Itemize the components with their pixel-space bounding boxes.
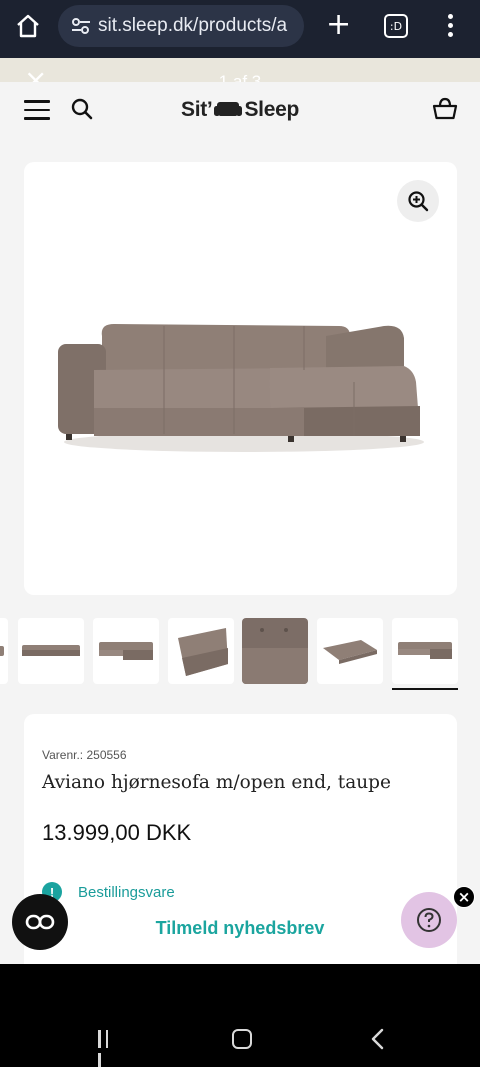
thumbnail-selected[interactable] [392, 618, 458, 684]
system-navigation-bar [0, 968, 480, 1067]
product-price: 13.999,00 DKK [42, 820, 192, 845]
url-text: sit.sleep.dk/products/a [98, 15, 288, 36]
availability-label: Bestillingsvare [78, 883, 175, 901]
basket-icon[interactable] [432, 97, 458, 121]
product-sku: Varenr.: 250556 [42, 748, 127, 762]
announcement-bar: × 1 af 3 [0, 58, 480, 82]
more-menu-icon[interactable] [446, 12, 454, 40]
address-bar[interactable]: sit.sleep.dk/products/a [58, 5, 304, 47]
link-icon [25, 914, 55, 930]
recent-apps-icon[interactable] [98, 1030, 118, 1067]
browser-toolbar: sit.sleep.dk/products/a + :D [0, 0, 480, 58]
home-icon[interactable] [14, 12, 42, 40]
site-settings-icon[interactable] [70, 18, 92, 34]
question-icon [417, 908, 441, 932]
thumbnail[interactable] [317, 618, 383, 684]
announcement-counter: 1 af 3 [218, 72, 262, 82]
thumbnail[interactable] [18, 618, 84, 684]
zoom-in-icon [408, 191, 429, 212]
site-header: Sit’ Sleep [0, 82, 480, 142]
thumbnail[interactable] [168, 618, 234, 684]
availability-status: ! Bestillingsvare [42, 882, 175, 902]
logo-text-left: Sit’ [180, 98, 213, 121]
logo-text-right: Sleep [244, 98, 299, 121]
tab-switcher-button[interactable]: :D [384, 14, 408, 38]
product-image [58, 324, 424, 452]
thumbnail[interactable] [242, 618, 308, 684]
thumbnail[interactable] [93, 618, 159, 684]
site-logo[interactable]: Sit’ Sleep [0, 98, 480, 122]
new-tab-icon[interactable]: + [326, 10, 351, 40]
accessibility-button[interactable] [12, 894, 68, 950]
back-icon[interactable] [368, 1028, 388, 1050]
product-page: Varenr.: 250556 Aviano hjørnesofa m/open… [0, 142, 480, 964]
product-image-gallery[interactable] [24, 162, 457, 595]
zoom-button[interactable] [397, 180, 439, 222]
home-button-icon[interactable] [232, 1029, 252, 1049]
selected-thumbnail-indicator [392, 688, 458, 690]
close-help-icon[interactable]: × [453, 886, 475, 908]
thumbnail-strip [0, 618, 480, 690]
sofa-logo-icon [214, 102, 243, 116]
help-chat-button[interactable] [401, 892, 457, 948]
product-title: Aviano hjørnesofa m/open end, taupe [42, 772, 391, 793]
thumbnail[interactable] [0, 618, 8, 684]
